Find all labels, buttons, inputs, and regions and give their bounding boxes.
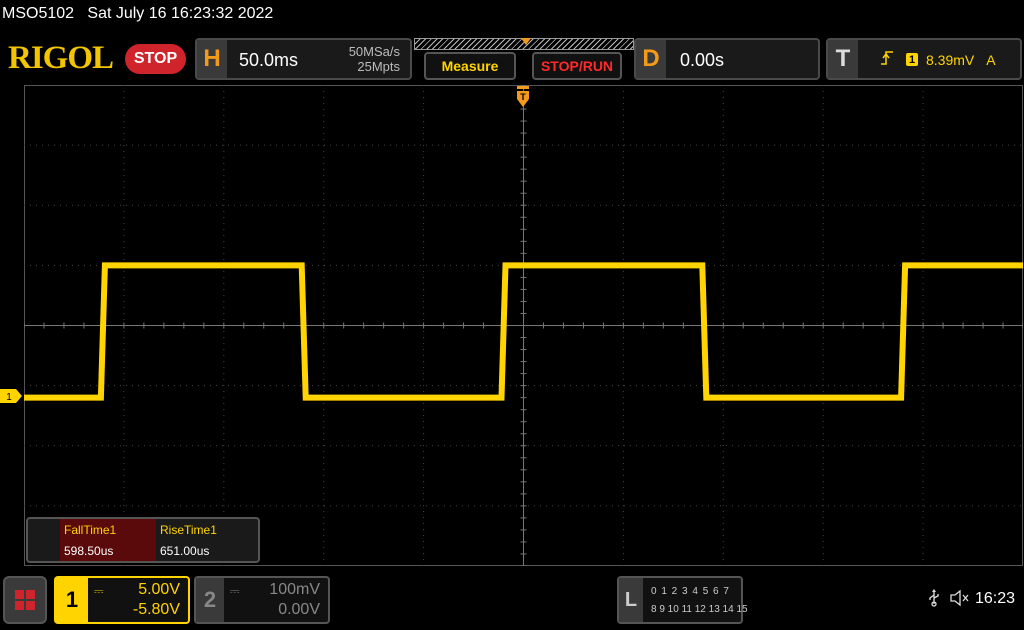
channel1-offset: -5.80V	[132, 601, 180, 618]
usb-icon	[927, 589, 941, 612]
channel1-panel[interactable]: 1 ⎓ 5.00V -5.80V	[54, 576, 190, 624]
svg-text:T: T	[520, 92, 526, 102]
measurement-value: 651.00us	[160, 543, 210, 558]
run-state-badge[interactable]: STOP	[125, 44, 186, 74]
measurement-value: 598.50us	[60, 540, 156, 561]
delay-panel[interactable]: D 0.00s	[634, 38, 820, 80]
digital-channels-high: 8 9 10 11 12 13 14 15	[651, 604, 748, 615]
channel2-panel[interactable]: 2 ⎓ 100mV 0.00V	[194, 576, 330, 624]
channel2-scale: 100mV	[269, 581, 320, 598]
memory-depth: 25Mpts	[357, 59, 400, 74]
timebase-value: 50.0ms	[239, 50, 299, 70]
horizontal-tag: H	[197, 40, 227, 78]
channel2-label: 2	[196, 578, 224, 622]
dc-coupling-icon: ⎓	[230, 584, 240, 598]
acquisition-info: 50MSa/s 25Mpts	[349, 44, 400, 74]
speaker-muted-icon[interactable]	[950, 589, 970, 612]
horizontal-panel[interactable]: H 50.0ms 50MSa/s 25Mpts	[195, 38, 412, 80]
trigger-mode: A	[986, 52, 996, 68]
trigger-panel[interactable]: T 1 8.39mV A	[826, 38, 1022, 80]
channel1-scale: 5.00V	[138, 581, 180, 598]
status-line: MSO5102 Sat July 16 16:23:32 2022	[2, 5, 273, 23]
main-menu-button[interactable]	[3, 576, 47, 624]
grid-menu-icon	[15, 590, 35, 610]
logic-analyzer-panel[interactable]: L 0 1 2 3 4 5 6 7 8 9 10 11 12 13 14 15	[617, 576, 748, 624]
measurement-name: FallTime1	[60, 519, 156, 540]
channel1-label: 1	[56, 578, 88, 622]
digital-channels-low: 0 1 2 3 4 5 6 7	[651, 586, 730, 597]
trigger-tag: T	[828, 40, 858, 78]
date-time: Sat July 16 16:23:32 2022	[87, 5, 274, 22]
logic-tag: L	[619, 578, 643, 622]
sample-rate: 50MSa/s	[348, 44, 400, 59]
stop-run-button[interactable]: STOP/RUN	[532, 52, 622, 80]
waveform-display[interactable]	[24, 85, 1023, 566]
trigger-level: 8.39mV	[926, 52, 975, 68]
trigger-position-icon[interactable]: T	[516, 86, 530, 108]
timeline-position-marker	[521, 38, 531, 45]
channel1-offset-marker[interactable]: 1	[0, 389, 22, 403]
channel2-offset: 0.00V	[278, 601, 320, 618]
model-name: MSO5102	[2, 5, 75, 22]
measure-button[interactable]: Measure	[424, 52, 516, 80]
delay-tag: D	[636, 40, 666, 78]
svg-text:1: 1	[6, 392, 12, 403]
graticule	[24, 85, 1023, 566]
measurement-item[interactable]: FallTime1 598.50us	[60, 519, 156, 561]
measurement-name: RiseTime1	[160, 522, 217, 537]
rising-edge-icon	[880, 50, 894, 78]
dc-coupling-icon: ⎓	[94, 584, 104, 598]
system-clock: 16:23	[975, 590, 1016, 607]
measurement-results[interactable]: FallTime1 598.50us RiseTime1 651.00us	[26, 517, 260, 563]
trigger-source: 1	[906, 53, 918, 66]
measurement-item[interactable]: RiseTime1 651.00us	[156, 519, 252, 561]
brand-logo: RIGOL	[8, 40, 114, 76]
delay-value: 0.00s	[680, 50, 725, 70]
